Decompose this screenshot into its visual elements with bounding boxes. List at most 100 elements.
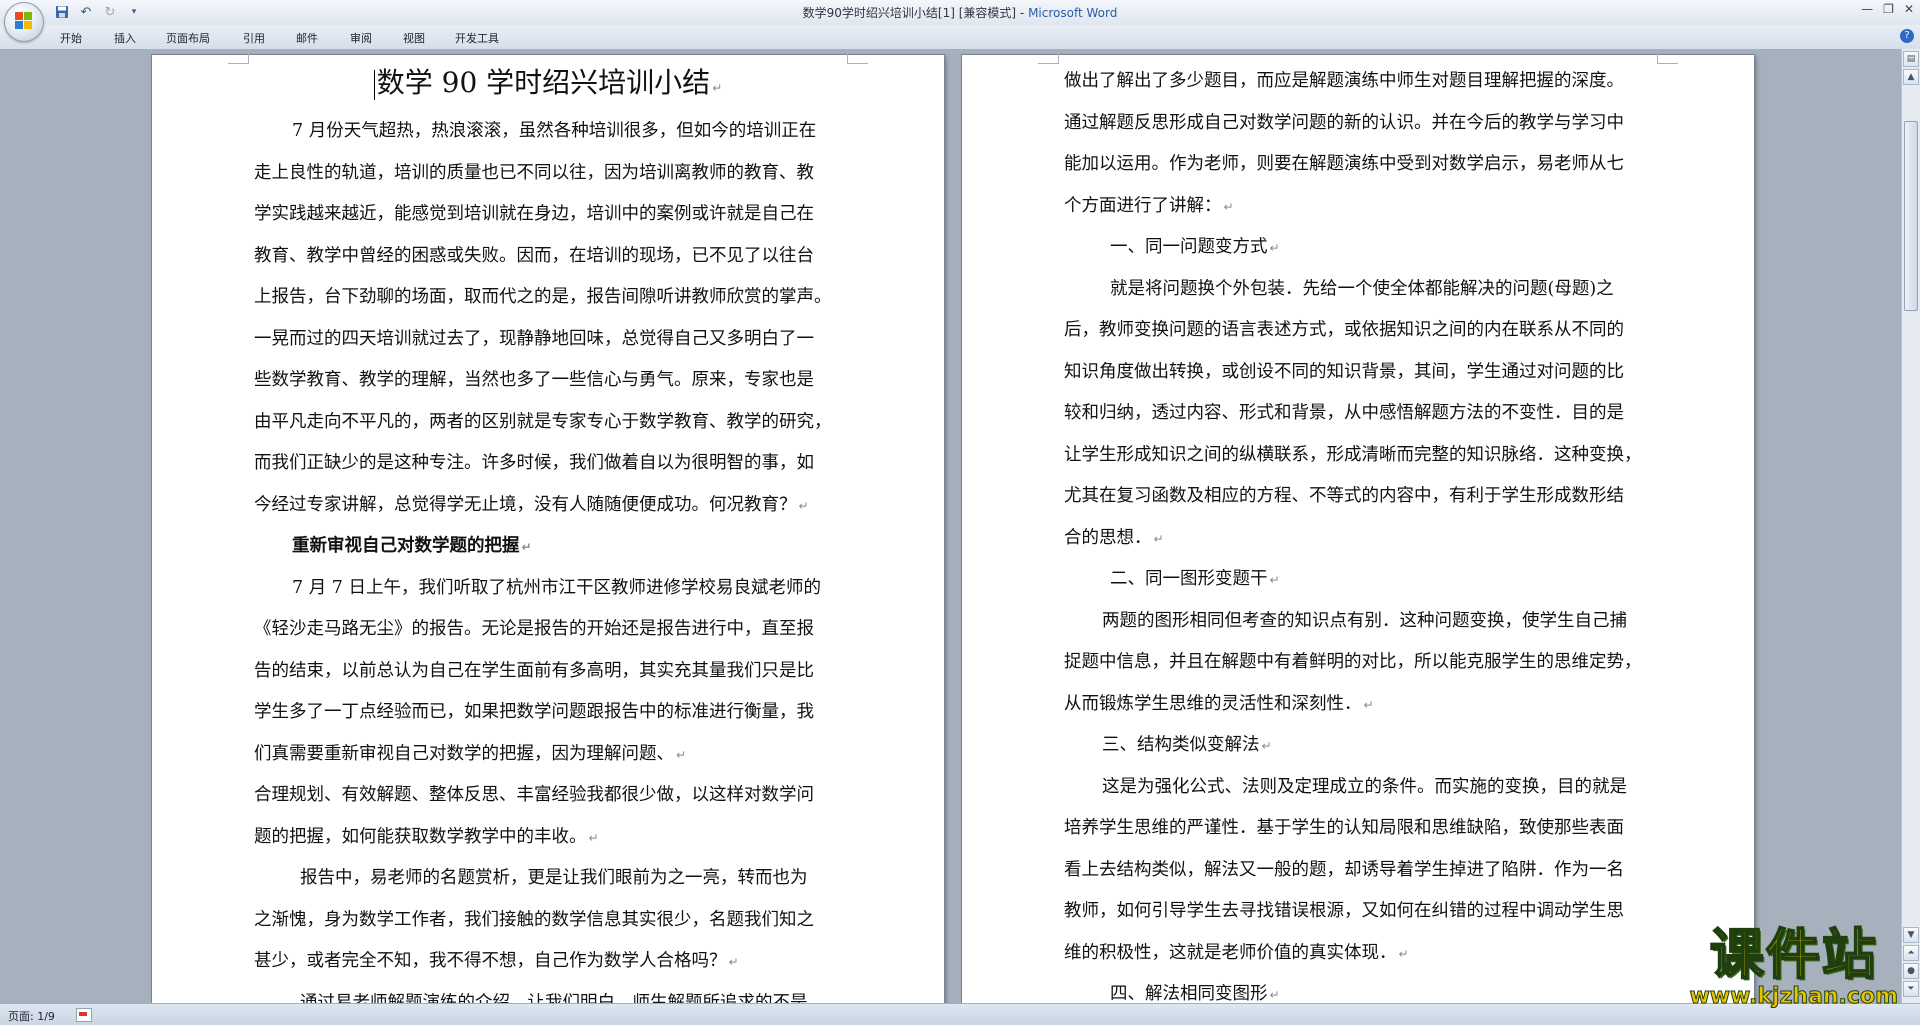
next-page-icon[interactable]: ⏷ <box>1903 981 1919 997</box>
text-line: 看上去结构类似，解法又一般的题，却诱导着学生掉进了陷阱．作为一名 <box>1064 850 1652 892</box>
text-line: 而我们正缺少的是这种专注。许多时候，我们做着自以为很明智的事，如 <box>254 443 842 485</box>
watermark-logo: 课件站 www.kjzhan.com <box>1689 923 1899 1010</box>
line-text: 而我们正缺少的是这种专注。许多时候，我们做着自以为很明智的事，如 <box>254 453 814 473</box>
margin-corner-mark <box>228 51 249 64</box>
paragraph-mark-icon: ↵ <box>676 747 687 762</box>
line-text: 较和归纳，透过内容、形式和背景，从中感悟解题方法的不变性．目的是 <box>1064 403 1624 423</box>
line-text: 些数学教育、教学的理解，当然也多了一些信心与勇气。原来，专家也是 <box>254 370 814 390</box>
line-text: 走上良性的轨道，培训的质量也已不同以往，因为培训离教师的教育、教 <box>254 162 814 183</box>
text-line: 能加以运用。作为老师，则要在解题演练中受到对数学启示，易老师从七 <box>1064 144 1652 186</box>
text-line: 些数学教育、教学的理解，当然也多了一些信心与勇气。原来，专家也是 <box>254 360 842 402</box>
text-line: 就是将问题换个外包装．先给一个使全体都能解决的问题(母题)之 <box>1064 269 1652 311</box>
text-line: 走上良性的轨道，培训的质量也已不同以往，因为培训离教师的教育、教 <box>254 153 842 195</box>
line-text: 报告中，易老师的名题赏析，更是让我们眼前为之一亮，转而也为 <box>300 868 808 888</box>
line-text: 之渐愧，身为数学工作者，我们接触的数学信息其实很少，名题我们知之 <box>254 909 814 930</box>
window-controls: — ❐ ✕ <box>1861 2 1914 16</box>
line-text: 从而锻炼学生思维的灵活性和深刻性． <box>1064 693 1362 714</box>
text-line: 7 月 7 日上午，我们听取了杭州市江干区教师进修学校易良斌老师的 <box>254 568 842 610</box>
tab-review[interactable]: 审阅 <box>350 30 372 46</box>
text-line: 今经过专家讲解，总觉得学无止境，没有人随随便便成功。何况教育？ ↵ <box>254 485 842 527</box>
watermark-title: 课件站 <box>1709 923 1878 986</box>
paragraph-mark-icon: ↵ <box>798 498 809 513</box>
text-line: 后，教师变换问题的语言表述方式，或依据知识之间的内在联系从不同的 <box>1064 310 1652 352</box>
text-line: 教育、教学中曾经的困惑或失败。因而，在培训的现场，已不见了以往台 <box>254 236 842 278</box>
tab-developer[interactable]: 开发工具 <box>455 30 499 46</box>
text-line: 较和归纳，透过内容、形式和背景，从中感悟解题方法的不变性．目的是 <box>1064 393 1652 435</box>
text-line: 们真需要重新审视自己对数学的把握，因为理解问题、 ↵ <box>254 734 842 776</box>
page-1-text[interactable]: 数学 90 学时绍兴培训小结 ↵ 7 月份天气超热，热浪滚滚，虽然各种培训很多，但… <box>254 55 842 1003</box>
text-line: 告的结束，以前总认为自己在学生面前有多高明，其实充其量我们只是比 <box>254 651 842 693</box>
line-text: 后，教师变换问题的语言表述方式，或依据知识之间的内在联系从不同的 <box>1064 320 1624 340</box>
text-line: 捉题中信息，并且在解题中有着鲜明的对比，所以能克服学生的思维定势， <box>1064 642 1652 684</box>
text-line: 之渐愧，身为数学工作者，我们接触的数学信息其实很少，名题我们知之 <box>254 900 842 942</box>
line-text: 题的把握，如何能获取数学教学中的丰收。 <box>254 826 587 847</box>
title-bar: ↶ ↻ ▾ 数学90学时绍兴培训小结[1] [兼容模式] - Microsoft… <box>0 0 1920 25</box>
select-browse-object-icon[interactable]: ● <box>1903 963 1919 979</box>
tab-view[interactable]: 视图 <box>403 30 425 46</box>
minimize-icon[interactable]: — <box>1861 2 1873 16</box>
text-line: 通过易老师解题演练的介绍，让我们明白，师生解题所追求的不是 <box>254 983 842 1004</box>
margin-corner-mark <box>1657 51 1678 64</box>
line-text: 看上去结构类似，解法又一般的题，却诱导着学生掉进了陷阱．作为一名 <box>1064 859 1624 880</box>
scroll-down-icon[interactable]: ▼ <box>1903 927 1919 943</box>
text-line: 做出了解出了多少题目，而应是解题演练中师生对题目理解把握的深度。 <box>1064 61 1652 103</box>
text-line: 合的思想． ↵ <box>1064 518 1652 560</box>
line-text: 四、解法相同变图形 <box>1110 984 1268 1003</box>
line-text: 二、同一图形变题干 <box>1110 569 1268 589</box>
text-cursor <box>373 69 375 100</box>
line-text: 7 月 7 日上午，我们听取了杭州市江干区教师进修学校易良斌老师的 <box>292 577 821 598</box>
paragraph-mark-icon: ↵ <box>1363 697 1374 712</box>
tab-home[interactable]: 开始 <box>60 30 82 46</box>
text-line: 甚少，或者完全不知，我不得不想，自己作为数学人合格吗？ ↵ <box>254 941 842 983</box>
text-line: 通过解题反思形成自己对数学问题的新的认识。并在今后的教学与学习中 <box>1064 103 1652 145</box>
text-line: 题的把握，如何能获取数学教学中的丰收。 ↵ <box>254 817 842 859</box>
document-workspace[interactable]: 数学 90 学时绍兴培训小结 ↵ 7 月份天气超热，热浪滚滚，虽然各种培训很多，但… <box>0 49 1902 1003</box>
text-line: 从而锻炼学生思维的灵活性和深刻性． ↵ <box>1064 684 1652 726</box>
proofing-status-icon[interactable] <box>76 1008 92 1022</box>
ruler-toggle-icon[interactable]: ▤ <box>1903 51 1919 67</box>
section-heading: 四、解法相同变图形 ↵ <box>1064 974 1652 1003</box>
page-count[interactable]: 页面: 1/9 <box>8 1008 55 1024</box>
line-text: 捉题中信息，并且在解题中有着鲜明的对比，所以能克服学生的思维定势， <box>1064 652 1642 672</box>
line-text: 就是将问题换个外包装．先给一个使全体都能解决的问题(母题)之 <box>1110 278 1614 299</box>
line-text: 培养学生思维的严谨性．基于学生的认知局限和思维缺陷，致使那些表面 <box>1064 818 1624 838</box>
window-title: 数学90学时绍兴培训小结[1] [兼容模式] - Microsoft Word <box>0 4 1920 21</box>
line-text: 通过易老师解题演练的介绍，让我们明白，师生解题所追求的不是 <box>300 992 808 1004</box>
text-line: 报告中，易老师的名题赏析，更是让我们眼前为之一亮，转而也为 <box>254 858 842 900</box>
text-line: 两题的图形相同但考查的知识点有别．这种问题变换，使学生自己捕 <box>1064 601 1652 643</box>
line-text: 告的结束，以前总认为自己在学生面前有多高明，其实充其量我们只是比 <box>254 660 814 681</box>
tab-insert[interactable]: 插入 <box>114 30 136 46</box>
text-line: 培养学生思维的严谨性．基于学生的认知局限和思维缺陷，致使那些表面 <box>1064 808 1652 850</box>
paragraph-mark-icon: ↵ <box>1261 739 1272 753</box>
tab-mailings[interactable]: 邮件 <box>296 30 318 46</box>
line-text: 们真需要重新审视自己对数学的把握，因为理解问题、 <box>254 743 674 764</box>
paragraph-mark-icon: ↵ <box>712 81 723 95</box>
page-2-text[interactable]: 做出了解出了多少题目，而应是解题演练中师生对题目理解把握的深度。 通过解题反思形成… <box>1064 61 1652 1003</box>
line-text: 7 月份天气超热，热浪滚滚，虽然各种培训很多，但如今的培训正在 <box>292 121 817 141</box>
line-text: 知识角度做出转换，或创设不同的知识背景，其间，学生通过对问题的比 <box>1064 361 1624 382</box>
close-icon[interactable]: ✕ <box>1904 2 1914 16</box>
paragraph-mark-icon: ↵ <box>1269 573 1280 587</box>
paragraph-mark-icon: ↵ <box>1153 531 1164 546</box>
paragraph-mark-icon: ↵ <box>728 955 739 969</box>
help-icon[interactable]: ? <box>1900 29 1914 43</box>
word-window: ↶ ↻ ▾ 数学90学时绍兴培训小结[1] [兼容模式] - Microsoft… <box>0 0 1920 1025</box>
section-heading: 一、同一问题变方式 ↵ <box>1064 227 1652 269</box>
vertical-scrollbar[interactable]: ▤ ▲ ▼ ⏶ ● ⏷ <box>1901 49 1920 1003</box>
tab-page-layout[interactable]: 页面布局 <box>166 30 210 46</box>
tab-references[interactable]: 引用 <box>243 30 265 46</box>
document-page-1[interactable]: 数学 90 学时绍兴培训小结 ↵ 7 月份天气超热，热浪滚滚，虽然各种培训很多，但… <box>152 51 944 1003</box>
line-text: 尤其在复习函数及相应的方程、不等式的内容中，有利于学生形成数形结 <box>1064 486 1624 506</box>
office-button[interactable] <box>4 2 44 42</box>
line-text: 让学生形成知识之间的纵横联系，形成清晰而完整的知识脉络．这种变换， <box>1064 444 1642 465</box>
document-page-2[interactable]: 做出了解出了多少题目，而应是解题演练中师生对题目理解把握的深度。 通过解题反思形成… <box>962 51 1754 1003</box>
maximize-icon[interactable]: ❐ <box>1883 2 1894 16</box>
line-text: 学生多了一丁点经验而已，如果把数学问题跟报告中的标准进行衡量，我 <box>254 702 814 722</box>
line-text: 能加以运用。作为老师，则要在解题演练中受到对数学启示，易老师从七 <box>1064 154 1624 174</box>
previous-page-icon[interactable]: ⏶ <box>1903 945 1919 961</box>
line-text: 重新审视自己对数学题的把握 <box>292 536 520 556</box>
scroll-thumb[interactable] <box>1904 121 1918 311</box>
scroll-up-icon[interactable]: ▲ <box>1903 69 1919 85</box>
line-text: 《轻沙走马路无尘》的报告。无论是报告的开始还是报告进行中，直至报 <box>254 619 814 639</box>
line-text: 学实践越来越近，能感觉到培训就在身边，培训中的案例或许就是自己在 <box>254 204 814 224</box>
